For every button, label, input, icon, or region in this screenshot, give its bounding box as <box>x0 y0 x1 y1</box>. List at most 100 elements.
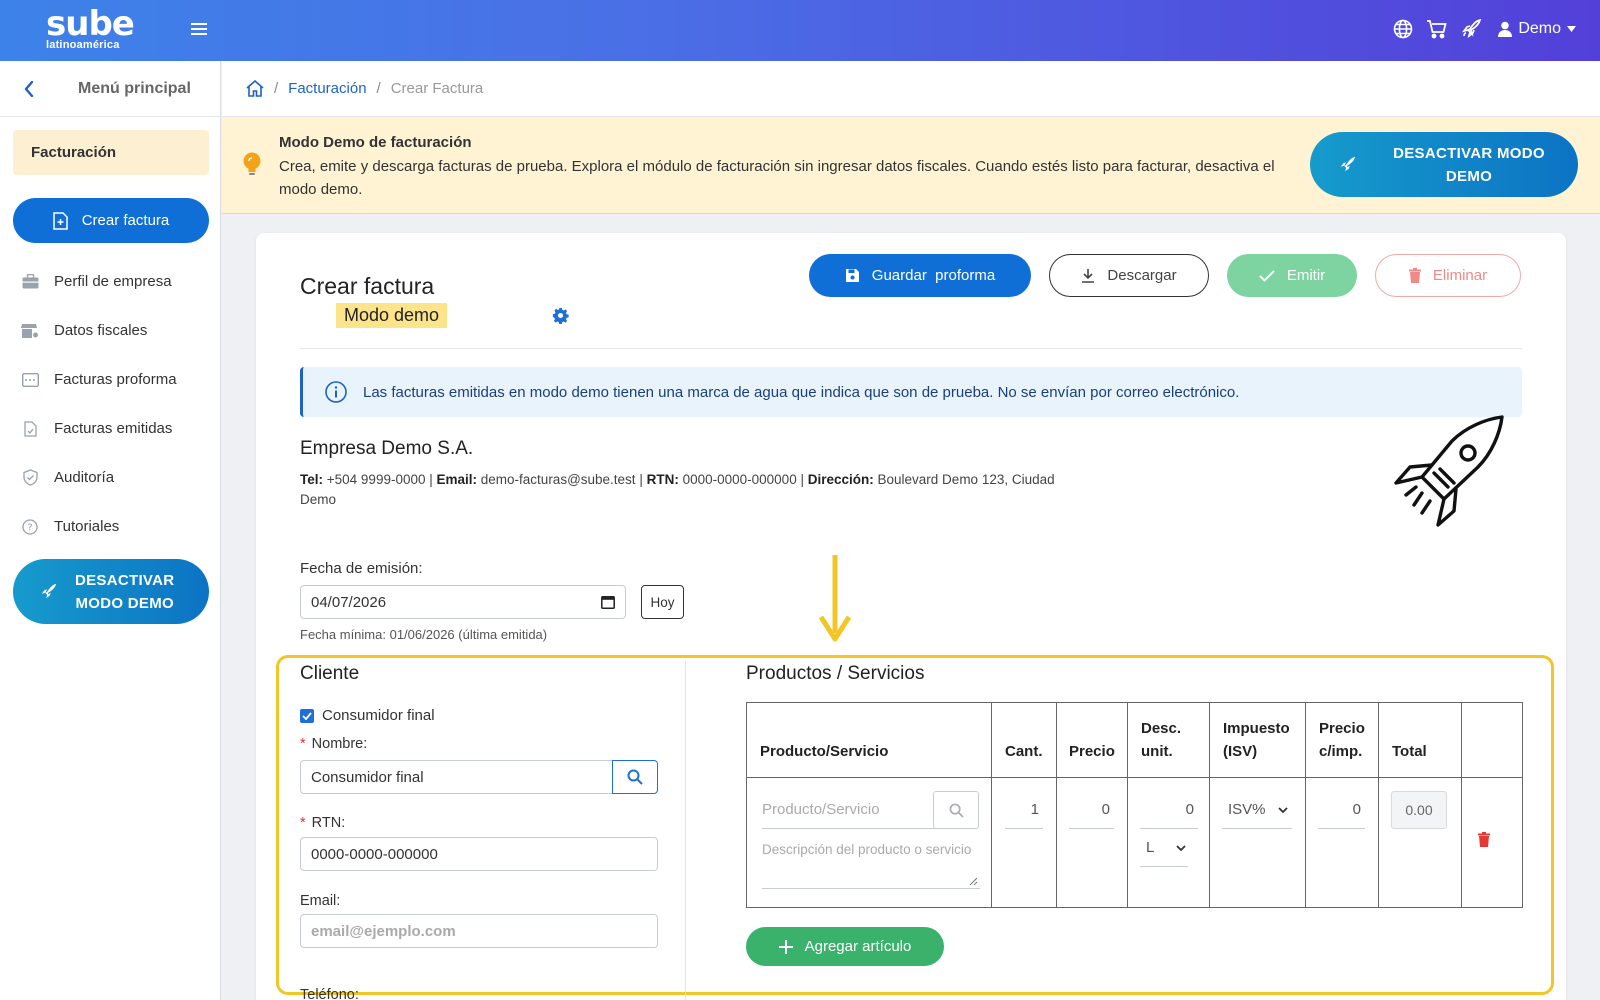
rtn-label: RTN: <box>646 472 679 487</box>
nombre-label-text: Nombre: <box>311 736 368 752</box>
user-menu[interactable]: Demo <box>1498 20 1576 38</box>
header-total: Total <box>1392 743 1427 760</box>
sidebar-item-perfil[interactable]: Perfil de empresa <box>0 257 221 306</box>
consumidor-final-checkbox[interactable]: Consumidor final <box>300 707 435 724</box>
sidebar-item-tutoriales[interactable]: ? Tutoriales <box>0 502 221 551</box>
sidebar-item-label: Auditoría <box>54 469 115 486</box>
cliente-title: Cliente <box>300 663 360 684</box>
sidebar-item-emitidas[interactable]: Facturas emitidas <box>0 404 221 453</box>
page-title: Crear factura <box>300 273 435 299</box>
header-producto: Producto/Servicio <box>760 743 889 760</box>
search-cliente-button[interactable] <box>612 760 658 794</box>
caret-down-icon <box>1567 26 1576 32</box>
header-desc-line2: unit. <box>1141 743 1173 760</box>
producto-placeholder: Producto/Servicio <box>762 801 880 818</box>
sidebar-item-label: Facturas proforma <box>54 371 177 388</box>
hamburger-menu-icon[interactable] <box>191 22 207 36</box>
header-imp-line1: Impuesto <box>1223 720 1290 737</box>
desc-tipo-value: L <box>1146 839 1155 856</box>
home-icon[interactable] <box>246 80 264 97</box>
nombre-value: Consumidor final <box>311 768 424 786</box>
save-icon <box>845 268 860 283</box>
required-mark: * <box>300 736 306 752</box>
folder-icon <box>21 371 39 389</box>
header-precio: Precio <box>1069 743 1115 760</box>
shield-icon <box>21 469 39 487</box>
rtn-label: * RTN: <box>300 815 345 831</box>
lightbulb-icon <box>242 152 262 178</box>
agregar-label: Agregar artículo <box>804 938 912 955</box>
store-icon <box>21 322 39 340</box>
banner-desactivar-demo-button[interactable]: DESACTIVAR MODO DEMO <box>1310 132 1578 197</box>
svg-text:?: ? <box>27 522 32 533</box>
breadcrumb-separator: / <box>376 80 381 97</box>
banner-button-line1: DESACTIVAR MODO <box>1393 144 1545 162</box>
rocket-illustration-icon <box>1392 413 1508 529</box>
descripcion-textarea[interactable]: Descripción del producto o servicio <box>762 839 980 889</box>
invoice-card: Crear factura Modo demo Guardar proforma… <box>256 233 1566 1000</box>
nombre-input[interactable]: Consumidor final <box>300 760 614 794</box>
precio-imp-input[interactable]: 0 <box>1318 791 1365 829</box>
hoy-button[interactable]: Hoy <box>641 585 684 619</box>
descargar-button[interactable]: Descargar <box>1049 254 1209 297</box>
cant-input[interactable]: 1 <box>1005 791 1043 829</box>
download-icon <box>1081 268 1095 283</box>
fecha-emision-input[interactable]: 04/07/2026 <box>300 585 626 619</box>
descripcion-placeholder: Descripción del producto o servicio <box>762 842 972 857</box>
logo[interactable]: sube latinoamérica <box>46 7 135 51</box>
sidebar-item-label: Datos fiscales <box>54 322 148 339</box>
nombre-label: * Nombre: <box>300 736 367 752</box>
globe-icon[interactable] <box>1392 18 1414 40</box>
telefono-label: Teléfono: <box>300 987 359 1000</box>
sidebar-item-proforma[interactable]: Facturas proforma <box>0 355 221 404</box>
chevron-down-icon <box>1176 844 1186 851</box>
sidebar-item-datos-fiscales[interactable]: Datos fiscales <box>0 306 221 355</box>
email-input[interactable]: email@ejemplo.com <box>300 914 658 948</box>
demo-mode-badge: Modo demo <box>336 303 448 328</box>
info-alert: Las facturas emitidas en modo demo tiene… <box>300 367 1522 417</box>
impuesto-select[interactable]: ISV% <box>1222 791 1292 829</box>
resize-handle-icon[interactable] <box>969 877 978 886</box>
check-icon <box>1259 269 1275 282</box>
productos-table: Producto/Servicio Cant. Precio Desc. unit… <box>746 702 1523 908</box>
guardar-label: Guardar proforma <box>871 267 996 284</box>
rocket-icon[interactable] <box>1460 18 1482 40</box>
precio-input[interactable]: 0 <box>1069 791 1114 829</box>
eliminar-button[interactable]: Eliminar <box>1375 254 1521 297</box>
desc-input[interactable]: 0 <box>1140 791 1198 829</box>
back-chevron-icon[interactable] <box>24 80 34 97</box>
desc-tipo-select[interactable]: L <box>1140 829 1188 867</box>
desc-value: 0 <box>1185 801 1194 818</box>
precio-imp-value: 0 <box>1352 801 1361 818</box>
cart-icon[interactable] <box>1426 18 1448 40</box>
search-producto-button[interactable] <box>933 791 979 829</box>
direccion-label: Dirección: <box>807 472 874 487</box>
fecha-minima-hint: Fecha mínima: 01/06/2026 (última emitida… <box>300 627 548 642</box>
emitir-label: Emitir <box>1286 267 1326 284</box>
emitir-button[interactable]: Emitir <box>1227 254 1357 297</box>
demo-mode-banner: Modo Demo de facturación Crea, emite y d… <box>222 117 1600 214</box>
sidebar-title: Menú principal <box>78 79 191 97</box>
sidebar-desactivar-demo-button[interactable]: DESACTIVAR MODO DEMO <box>13 559 209 624</box>
precio-value: 0 <box>1101 801 1110 818</box>
checkbox-checked-icon[interactable] <box>300 708 314 723</box>
vertical-divider <box>685 661 686 1000</box>
calendar-icon[interactable] <box>601 595 615 609</box>
help-icon: ? <box>21 518 39 536</box>
search-icon <box>949 803 964 818</box>
rtn-input[interactable]: 0000-0000-000000 <box>300 837 658 871</box>
top-bar: sube latinoamérica Demo <box>0 0 1600 61</box>
user-icon <box>1498 21 1513 37</box>
sidebar-section-facturacion[interactable]: Facturación <box>13 130 209 175</box>
sidebar-item-auditoria[interactable]: Auditoría <box>0 453 221 502</box>
gear-icon[interactable] <box>552 307 569 324</box>
sidebar-crear-factura-button[interactable]: Crear factura <box>13 198 209 243</box>
file-icon <box>21 420 39 438</box>
descargar-label: Descargar <box>1107 267 1177 284</box>
fecha-label: Fecha de emisión: <box>300 560 423 577</box>
breadcrumb-link-facturacion[interactable]: Facturación <box>288 80 366 97</box>
delete-row-trash-icon[interactable] <box>1478 832 1490 847</box>
guardar-proforma-button[interactable]: Guardar proforma <box>809 254 1031 297</box>
producto-input[interactable]: Producto/Servicio <box>762 791 948 829</box>
agregar-articulo-button[interactable]: Agregar artículo <box>746 927 944 966</box>
